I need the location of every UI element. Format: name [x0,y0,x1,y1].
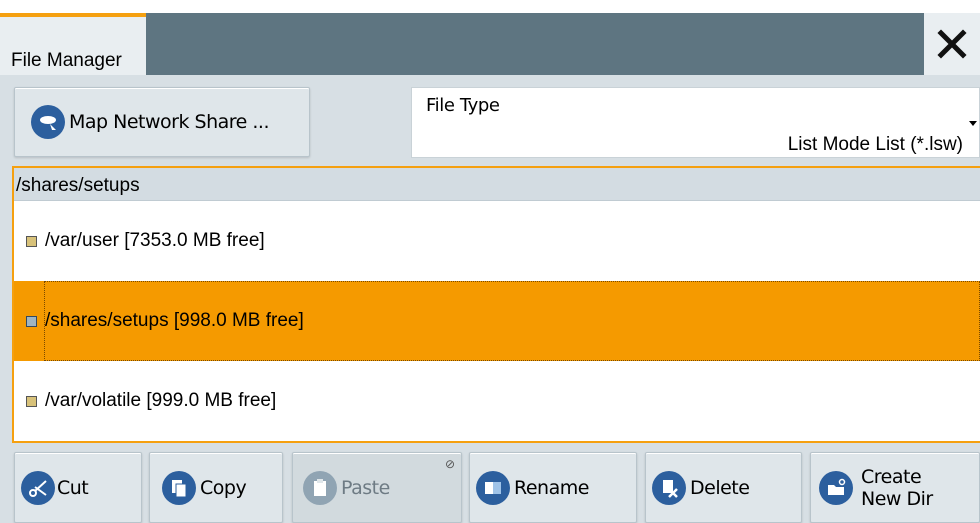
delete-icon [652,470,686,505]
cut-label: Cut [57,476,89,499]
list-item[interactable]: /var/user [7353.0 MB free] [14,201,980,281]
paste-icon [303,470,337,505]
create-new-dir-button[interactable]: Create New Dir [810,452,980,523]
tab-title: File Manager [11,50,122,71]
delete-label: Delete [690,476,750,499]
rename-button[interactable]: Rename [469,452,637,523]
copy-button[interactable]: Copy [149,452,283,523]
focus-outline [44,281,980,361]
create-new-dir-line1: Create [861,465,922,488]
folder-icon [26,395,37,407]
copy-icon [162,470,196,505]
disabled-icon: ⊘ [444,457,455,471]
create-new-dir-text: Create New Dir [861,466,933,510]
list-item-label: /var/volatile [999.0 MB free] [45,390,277,411]
folder-icon [26,235,37,247]
file-type-select[interactable]: File Type List Mode List (*.lsw) [411,87,980,158]
tab-file-manager[interactable]: File Manager [0,13,146,75]
scissors-icon [21,470,55,505]
create-new-dir-line2: New Dir [861,487,933,510]
list-item-selected[interactable]: /shares/setups [998.0 MB free] [14,281,980,361]
map-network-share-label: Map Network Share ... [69,111,270,133]
delete-button[interactable]: Delete [645,452,802,523]
dropdown-arrow-icon [969,121,977,126]
cut-button[interactable]: Cut [14,452,142,523]
close-button[interactable] [924,13,980,75]
paste-button: Paste ⊘ [292,452,462,523]
directory-browser[interactable]: /shares/setups /var/user [7353.0 MB free… [12,166,980,443]
list-item-label: /var/user [7353.0 MB free] [45,230,265,251]
folder-icon [26,315,37,327]
path-bar: /shares/setups [14,168,980,201]
close-icon [937,29,967,59]
network-share-icon [31,105,65,139]
current-path: /shares/setups [16,175,140,196]
file-type-label: File Type [426,95,500,116]
paste-label: Paste [341,476,390,499]
map-network-share-button[interactable]: Map Network Share ... [14,87,310,157]
list-item[interactable]: /var/volatile [999.0 MB free] [14,361,980,441]
copy-label: Copy [200,476,247,499]
new-folder-icon [819,470,853,505]
title-bar [0,13,980,75]
rename-label: Rename [514,476,589,499]
rename-icon [476,470,510,505]
file-type-value: List Mode List (*.lsw) [787,134,963,155]
